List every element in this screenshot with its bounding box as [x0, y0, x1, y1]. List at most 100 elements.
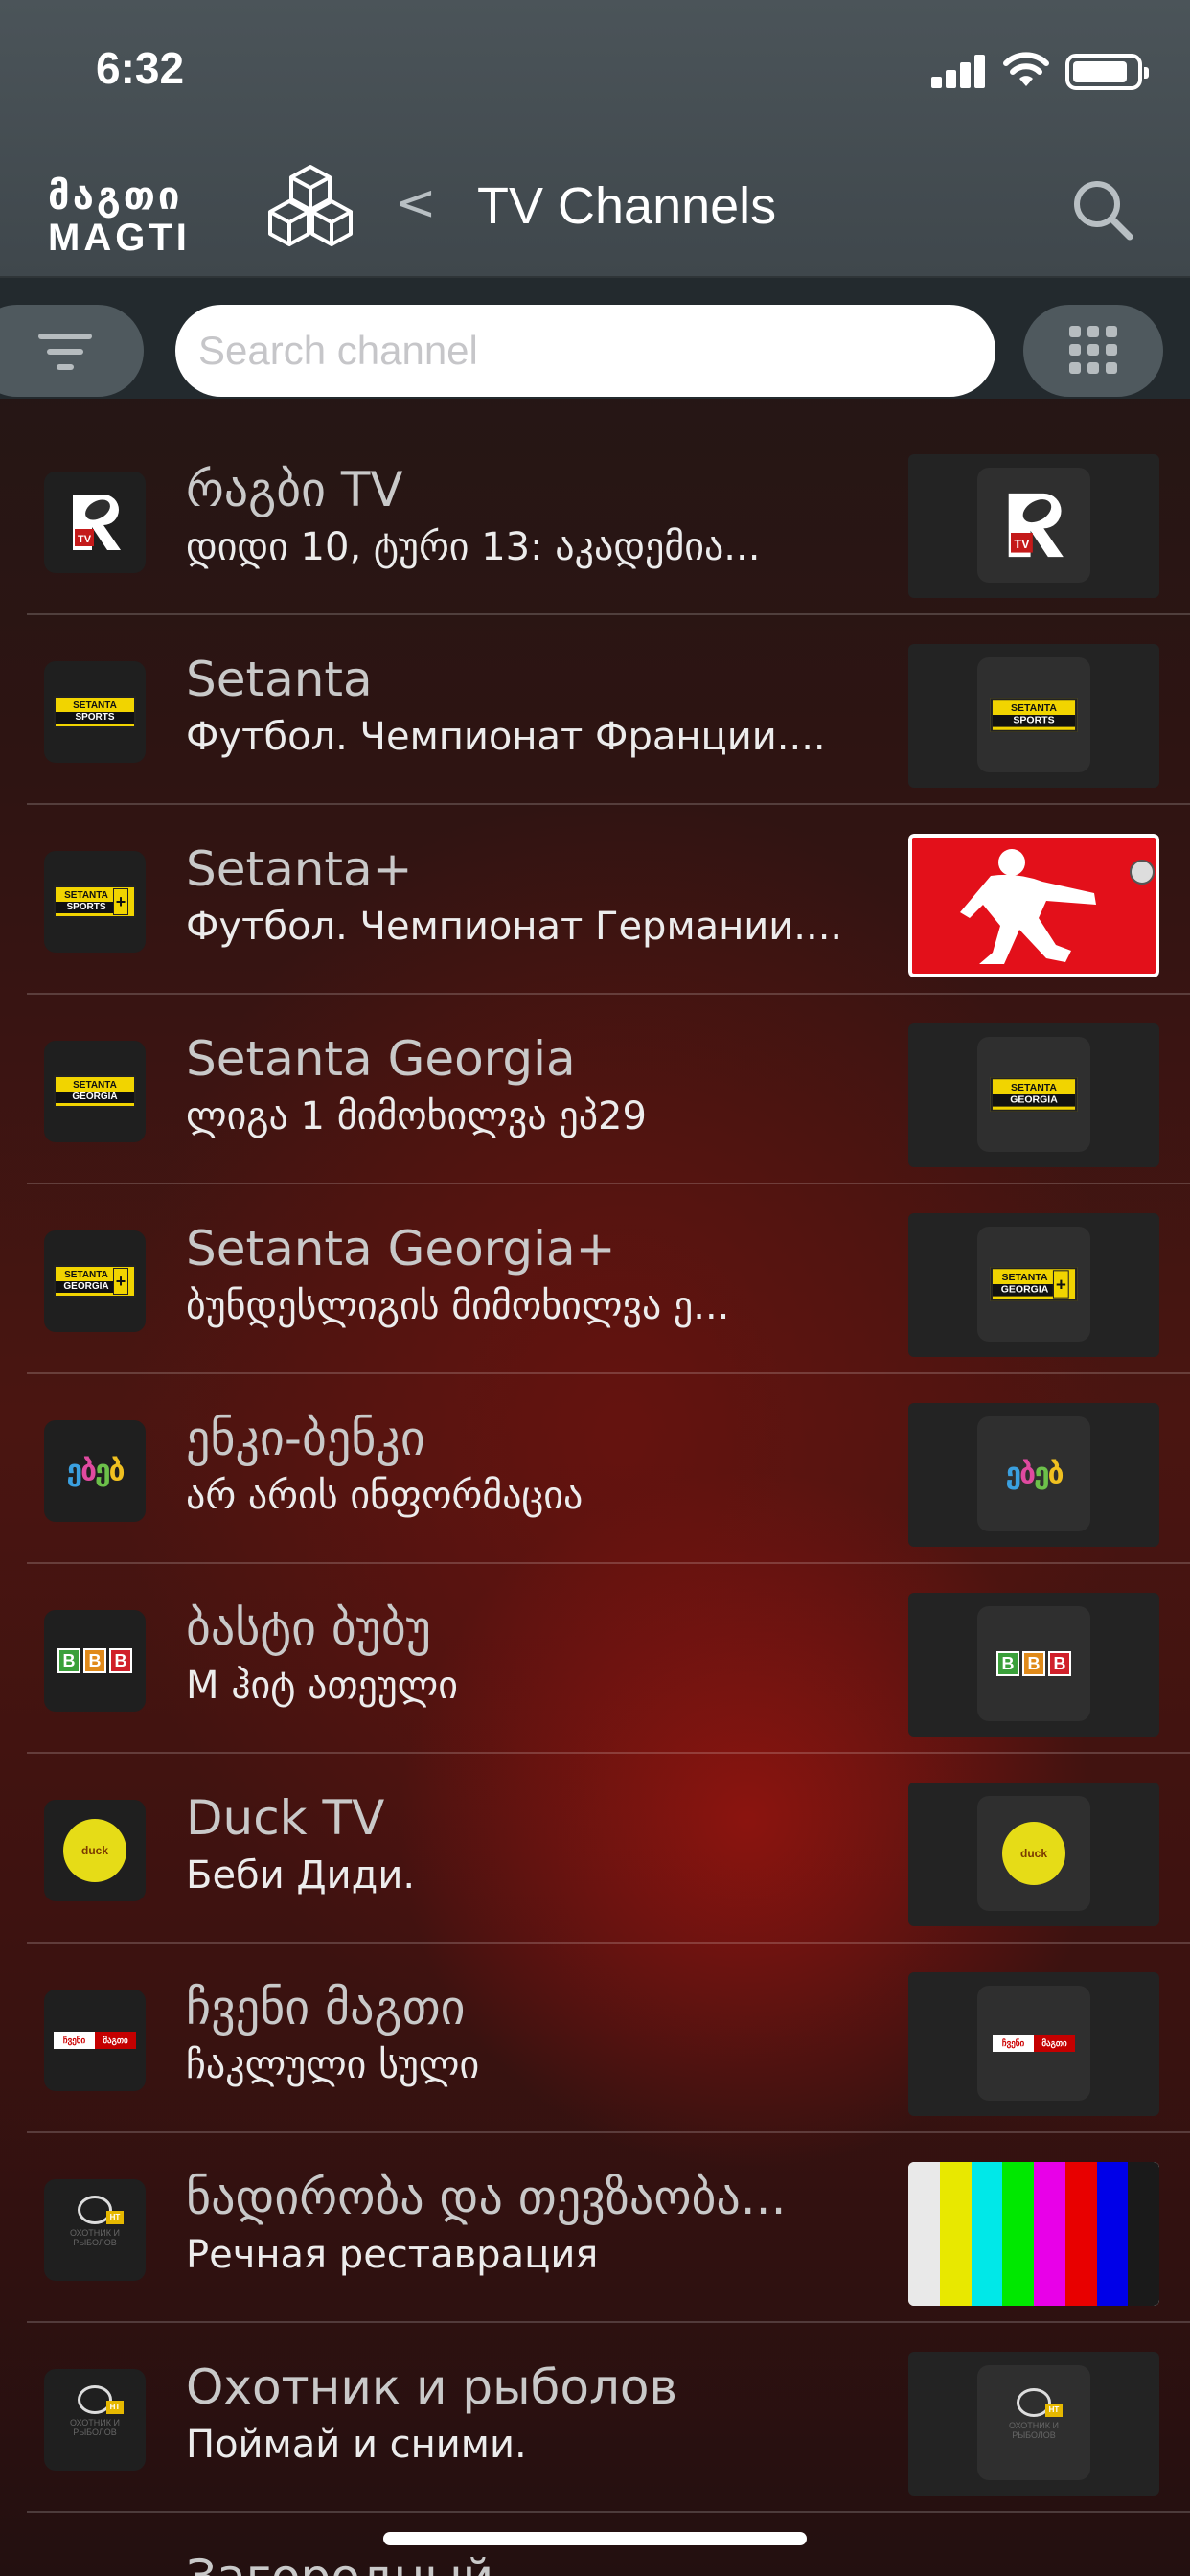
channel-logo: HT ОХОТНИК И РЫБОЛОВ	[44, 2179, 146, 2281]
channel-thumbnail[interactable]: SETANTA GEORGIA	[908, 1024, 1159, 1167]
chveni-magti-logo-icon: ჩვენი მაგთი	[993, 2035, 1075, 2052]
logo-letter: B	[996, 1651, 1019, 1676]
hunter-fisher-logo-icon: HT ОХОТНИК И РЫБОЛОВ	[995, 2384, 1072, 2461]
logo-text: GEORGIA	[56, 1281, 117, 1293]
channel-row[interactable]: HT ОХОТНИК И РЫБОЛОВ Охотник и рыболов П…	[0, 2323, 1190, 2513]
bundesliga-thumbnail-image	[908, 834, 1159, 978]
logo-glyph: ბ	[1019, 1457, 1036, 1491]
search-channel-input[interactable]	[175, 305, 995, 397]
cube-logo-icon	[268, 165, 353, 246]
logo-glyph: ე	[95, 1454, 111, 1488]
channel-row[interactable]: duck Duck TV Беби Диди. duck	[0, 1754, 1190, 1944]
channel-thumbnail[interactable]: SETANTA SPORTS	[908, 644, 1159, 788]
logo-text: მაგთი	[1034, 2035, 1075, 2052]
enki-benki-logo-icon: ებებ	[1005, 1457, 1064, 1491]
channel-program: M ჰიტ ათეული	[186, 1664, 458, 1708]
wifi-icon	[1003, 52, 1049, 86]
channel-logo: HT ОХОТНИК И РЫБОЛОВ	[44, 2369, 146, 2471]
test-card-bar	[1128, 2162, 1159, 2306]
test-card-bar	[1064, 2162, 1097, 2306]
logo-glyph: ბ	[108, 1454, 126, 1488]
logo-glyph: ბ	[1047, 1457, 1064, 1491]
grid-icon	[1069, 326, 1117, 374]
channel-logo: ჩვენი მაგთი	[44, 1990, 146, 2091]
setanta-georgia-logo-icon: SETANTA GEORGIA	[990, 1077, 1078, 1112]
test-card-bar	[1034, 2162, 1065, 2306]
thumbnail-logo-box: SETANTA GEORGIA	[977, 1037, 1090, 1152]
channel-list: TV რაგბი TV დიდი 10, ტური 13: აკადემია..…	[0, 426, 1190, 2513]
logo-text: SETANTA	[1010, 1082, 1058, 1093]
channel-thumbnail[interactable]	[908, 834, 1159, 978]
channel-program: Беби Диди.	[186, 1853, 416, 1898]
logo-glyph: ე	[1005, 1457, 1021, 1491]
channel-logo: SETANTA GEORGIA	[44, 1041, 146, 1142]
plus-icon: +	[113, 888, 128, 915]
channel-name: Setanta	[186, 652, 373, 707]
channel-name: Setanta+	[186, 841, 413, 897]
logo-glyph: ბ	[80, 1454, 97, 1488]
duck-tv-logo-icon: duck	[63, 1819, 126, 1882]
hunter-fisher-logo-icon: HT ОХОТНИК И РЫБОЛОВ	[57, 2192, 133, 2268]
test-card-bar	[1096, 2162, 1129, 2306]
channel-name: ჩვენი მაგთი	[186, 1980, 466, 2036]
channel-program: ბუნდესლიგის მიმოხილვა ე...	[186, 1284, 730, 1328]
basti-bubu-logo-icon: B B B	[57, 1648, 132, 1673]
thumbnail-logo-box: B B B	[977, 1606, 1090, 1721]
logo-text: ОХОТНИК И РЫБОЛОВ	[70, 2228, 120, 2247]
chveni-magti-logo-icon: ჩვენი მაგთი	[54, 2032, 136, 2049]
test-card-bar	[908, 2162, 940, 2306]
setanta-sports-logo-icon: SETANTA SPORTS	[54, 696, 136, 728]
channel-row[interactable]: SETANTA SPORTS + Setanta+ Футбол. Чемпио…	[0, 805, 1190, 995]
channel-name: Duck TV	[186, 1790, 385, 1846]
page-title: TV Channels	[477, 177, 777, 235]
logo-text: SETANTA	[64, 1270, 108, 1280]
channel-thumbnail[interactable]: SETANTA GEORGIA +	[908, 1213, 1159, 1357]
channel-thumbnail[interactable]: HT ОХОТНИК И РЫБОЛОВ	[908, 2352, 1159, 2496]
channel-row[interactable]: SETANTA GEORGIA + Setanta Georgia+ ბუნდე…	[0, 1184, 1190, 1374]
status-time: 6:32	[96, 43, 185, 93]
channel-thumbnail[interactable]: TV	[908, 454, 1159, 598]
back-button[interactable]: <	[395, 174, 437, 232]
channel-thumbnail[interactable]: ებებ	[908, 1403, 1159, 1547]
logo-text: SETANTA	[73, 1080, 117, 1091]
logo-glyph: ე	[66, 1454, 82, 1488]
channel-row[interactable]: TV რაგბი TV დიდი 10, ტური 13: აკადემია..…	[0, 426, 1190, 615]
channel-row[interactable]: SETANTA SPORTS Setanta Футбол. Чемпионат…	[0, 615, 1190, 805]
channel-name: Охотник и рыболов	[186, 2359, 677, 2415]
plus-icon: +	[1052, 1270, 1069, 1299]
search-toolbar	[0, 278, 1190, 399]
channel-row[interactable]: ებებ ენკი-ბენკი არ არის ინფორმაცია ებებ	[0, 1374, 1190, 1564]
channel-thumbnail[interactable]: duck	[908, 1782, 1159, 1926]
thumbnail-logo-box: SETANTA GEORGIA +	[977, 1227, 1090, 1342]
channel-row[interactable]: SETANTA GEORGIA Setanta Georgia ლიგა 1 მ…	[0, 995, 1190, 1184]
channel-name: ენკი-ბენკი	[186, 1411, 425, 1466]
channel-row[interactable]: HT ОХОТНИК И РЫБОЛОВ ნადირობა და თევზაობ…	[0, 2133, 1190, 2323]
logo-text: SPORTS	[56, 902, 117, 913]
thumbnail-logo-box: ებებ	[977, 1416, 1090, 1531]
channel-program: დიდი 10, ტური 13: აკადემია...	[186, 525, 761, 569]
rugby-tv-tag: TV	[78, 534, 92, 545]
channel-row[interactable]: ჩვენი მაგთი ჩვენი მაგთი ჩაკლული სული ჩვე…	[0, 1944, 1190, 2133]
thumbnail-logo-box: TV	[977, 468, 1090, 583]
channel-thumbnail[interactable]: ჩვენი მაგთი	[908, 1972, 1159, 2116]
channel-row[interactable]: B B B ბასტი ბუბუ M ჰიტ ათეული B B B	[0, 1564, 1190, 1754]
search-icon[interactable]	[1071, 178, 1134, 242]
filter-button[interactable]	[0, 305, 144, 397]
hunter-fisher-logo-icon: HT ОХОТНИК И РЫБОЛОВ	[57, 2381, 133, 2458]
setanta-georgia-logo-icon: SETANTA GEORGIA	[54, 1075, 136, 1108]
logo-text: ჩვენი	[54, 2032, 95, 2049]
logo-letter: B	[57, 1648, 80, 1673]
rugby-tv-logo-icon: TV	[1008, 493, 1064, 558]
channel-thumbnail[interactable]: B B B	[908, 1593, 1159, 1736]
grid-view-button[interactable]	[1023, 305, 1163, 397]
logo-georgian-text: მაგთი	[48, 174, 183, 218]
header: 6:32 მაგთი MAGTI < TV Channels	[0, 0, 1190, 278]
channel-thumbnail[interactable]	[908, 2162, 1159, 2306]
setanta-georgia-plus-logo-icon: SETANTA GEORGIA +	[990, 1267, 1078, 1301]
logo-glyph: ე	[1034, 1457, 1050, 1491]
thumbnail-logo-box: SETANTA SPORTS	[977, 657, 1090, 772]
battery-icon	[1065, 54, 1149, 90]
home-indicator[interactable]	[383, 2532, 807, 2545]
channel-logo: SETANTA SPORTS +	[44, 851, 146, 953]
thumbnail-logo-box: duck	[977, 1796, 1090, 1911]
